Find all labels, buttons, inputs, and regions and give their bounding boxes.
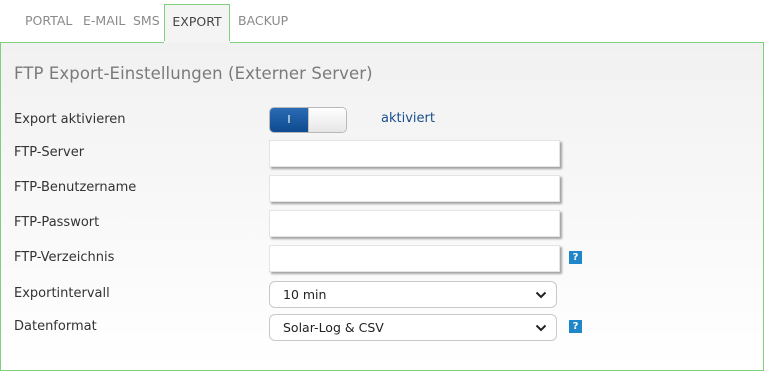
tab-bar: PORTAL E-MAIL SMS EXPORT BACKUP bbox=[0, 0, 764, 42]
export-activate-label: Export aktivieren bbox=[14, 112, 126, 127]
chevron-down-icon bbox=[535, 324, 547, 332]
data-format-label: Datenformat bbox=[14, 319, 97, 334]
export-interval-select[interactable]: 10 min bbox=[269, 281, 557, 308]
page-title: FTP Export-Einstellungen (Externer Serve… bbox=[14, 64, 373, 83]
ftp-server-label: FTP-Server bbox=[14, 145, 85, 160]
tab-backup[interactable]: BACKUP bbox=[238, 4, 288, 42]
data-format-value: Solar-Log & CSV bbox=[283, 320, 384, 335]
ftp-directory-label: FTP-Verzeichnis bbox=[14, 250, 115, 265]
tab-sms[interactable]: SMS bbox=[133, 4, 160, 42]
ftp-directory-input[interactable] bbox=[269, 245, 560, 272]
tab-email[interactable]: E-MAIL bbox=[83, 4, 125, 42]
export-interval-value: 10 min bbox=[283, 287, 327, 302]
ftp-username-label: FTP-Benutzername bbox=[14, 180, 137, 195]
ftp-username-input[interactable] bbox=[269, 175, 560, 202]
toggle-on-indicator: I bbox=[270, 108, 308, 132]
ftp-password-label: FTP-Passwort bbox=[14, 215, 100, 230]
ftp-server-input[interactable] bbox=[269, 140, 560, 167]
data-format-select[interactable]: Solar-Log & CSV bbox=[269, 314, 557, 341]
export-status-text: aktiviert bbox=[381, 111, 435, 126]
data-format-help-icon[interactable]: ? bbox=[569, 320, 582, 333]
ftp-directory-help-icon[interactable]: ? bbox=[569, 251, 582, 264]
active-tab-connector bbox=[164, 41, 230, 43]
tab-export[interactable]: EXPORT bbox=[164, 4, 230, 42]
export-toggle[interactable]: I bbox=[269, 107, 347, 133]
chevron-down-icon bbox=[535, 291, 547, 299]
export-interval-label: Exportintervall bbox=[14, 286, 110, 301]
toggle-knob bbox=[308, 108, 346, 132]
tab-portal[interactable]: PORTAL bbox=[25, 4, 72, 42]
ftp-password-input[interactable] bbox=[269, 210, 560, 237]
